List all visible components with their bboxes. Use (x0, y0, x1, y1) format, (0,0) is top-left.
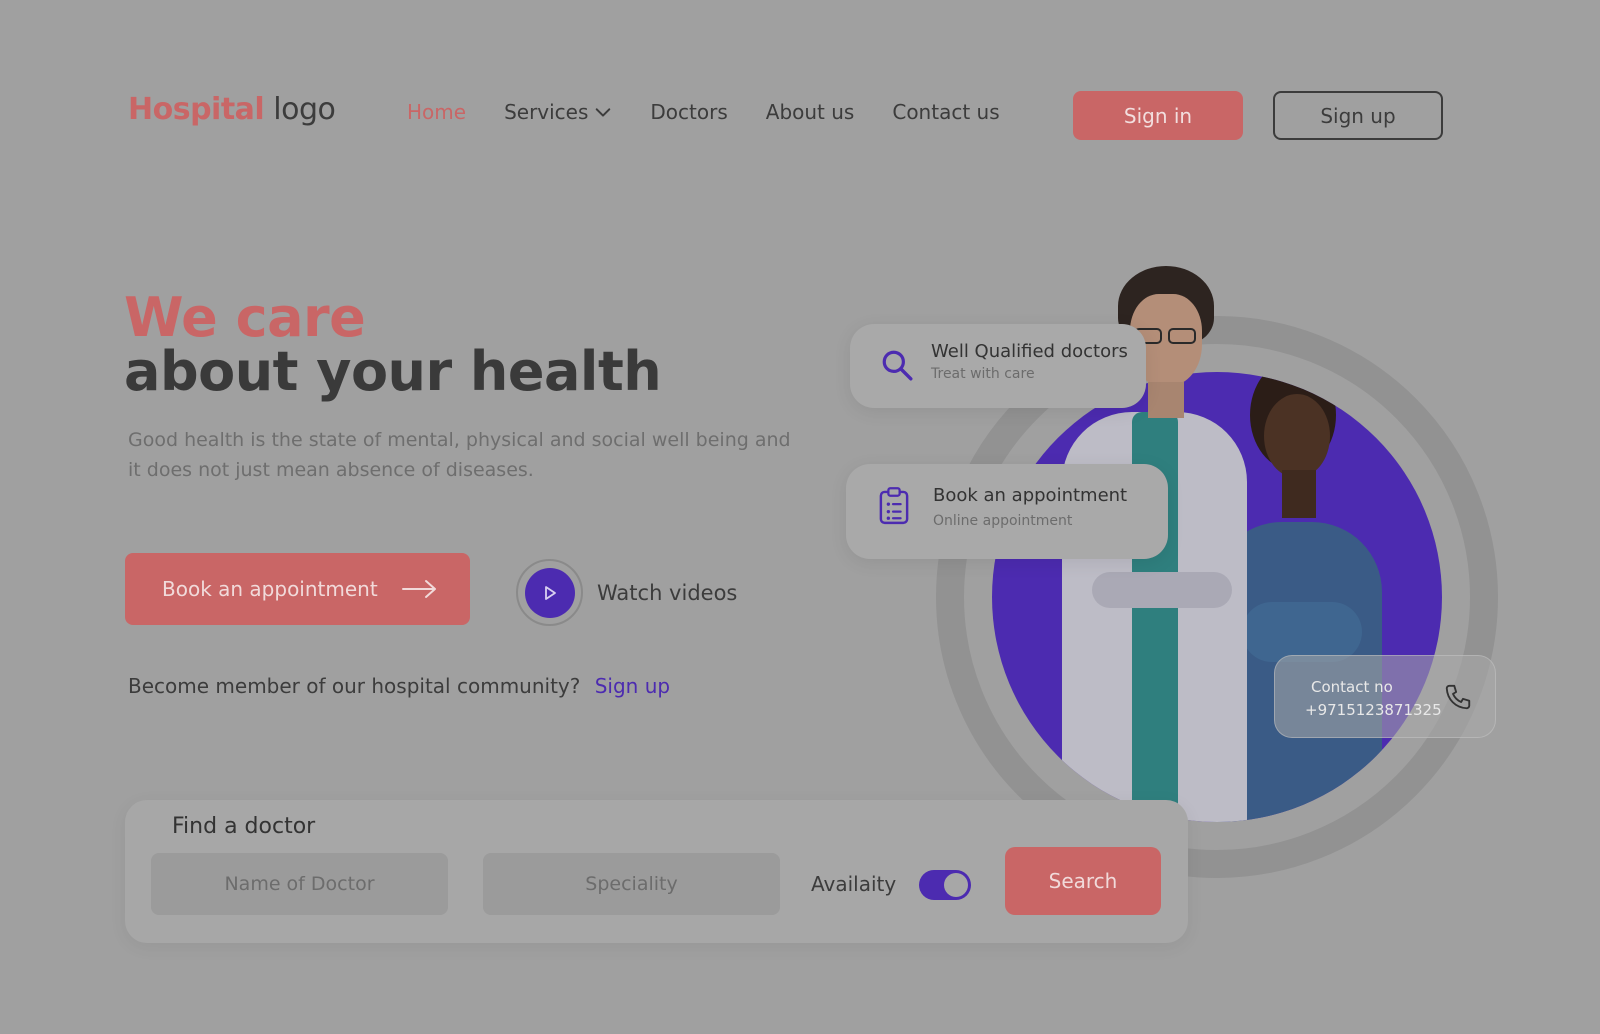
book-appointment-label: Book an appointment (162, 577, 378, 601)
nav-home-label: Home (407, 100, 467, 124)
book-appointment-button[interactable]: Book an appointment (125, 553, 470, 625)
watch-videos[interactable]: Watch videos (516, 559, 737, 626)
nav-about[interactable]: About us (766, 100, 855, 124)
toggle-knob (944, 873, 968, 897)
search-icon (882, 350, 913, 381)
nav-about-label: About us (765, 100, 855, 124)
book-appointment-card-title: Book an appointment (933, 485, 1128, 506)
signin-button[interactable]: Sign in (1073, 91, 1243, 140)
hero-description: Good health is the state of mental, phys… (128, 429, 791, 481)
logo-rest: logo (273, 92, 336, 127)
qualified-doctors-subtitle: Treat with care (931, 366, 1035, 382)
member-prompt: Become member of our hospital community?… (128, 674, 670, 698)
clipboard-icon (879, 487, 909, 525)
find-doctor-title: Find a doctor (172, 814, 316, 839)
nav-home[interactable]: Home (407, 100, 466, 124)
doctor-illustration-male (992, 372, 1442, 822)
contact-label: Contact no (1311, 678, 1393, 696)
nav-contact[interactable]: Contact us (892, 100, 999, 124)
nav-doctors-label: Doctors (650, 100, 728, 124)
phone-icon (1445, 684, 1471, 710)
nav-doctors[interactable]: Doctors (650, 100, 727, 124)
logo[interactable]: Hospital logo (128, 92, 336, 127)
nav-services[interactable]: Services (504, 100, 612, 124)
book-appointment-card[interactable]: Book an appointment Online appointment (846, 464, 1168, 559)
doctor-name-input[interactable] (151, 853, 448, 915)
watch-videos-label: Watch videos (597, 580, 738, 605)
search-button[interactable]: Search (1005, 847, 1161, 915)
availability-label: Availaity (811, 872, 897, 896)
specialty-input[interactable] (483, 853, 780, 915)
contact-card[interactable]: Contact no +9715123871325 (1274, 655, 1496, 738)
signup-button[interactable]: Sign up (1273, 91, 1443, 140)
nav-contact-label: Contact us (892, 100, 1000, 124)
play-circle (524, 567, 575, 618)
hero-headline-2: about your health (124, 340, 662, 403)
availability-toggle[interactable] (919, 870, 971, 900)
play-button[interactable] (516, 559, 583, 626)
qualified-doctors-card[interactable]: Well Qualified doctors Treat with care (850, 324, 1146, 408)
member-text: Become member of our hospital community? (128, 674, 581, 698)
page: Hospital logo Home Services Doctors Abou… (0, 0, 1600, 1034)
logo-brand: Hospital (128, 92, 265, 127)
nav-services-label: Services (504, 100, 589, 124)
qualified-doctors-title: Well Qualified doctors (931, 341, 1128, 362)
hero-circle (992, 372, 1442, 822)
play-icon (544, 585, 556, 600)
contact-number: +9715123871325 (1305, 701, 1442, 719)
arrow-right-icon (401, 580, 436, 598)
find-doctor-panel: Find a doctor Availaity Search (125, 800, 1188, 943)
chevron-down-icon (596, 108, 611, 117)
main-nav: Home Services Doctors About us Contact u… (407, 100, 1000, 124)
member-signup-link[interactable]: Sign up (595, 674, 670, 698)
book-appointment-card-subtitle: Online appointment (933, 513, 1073, 529)
